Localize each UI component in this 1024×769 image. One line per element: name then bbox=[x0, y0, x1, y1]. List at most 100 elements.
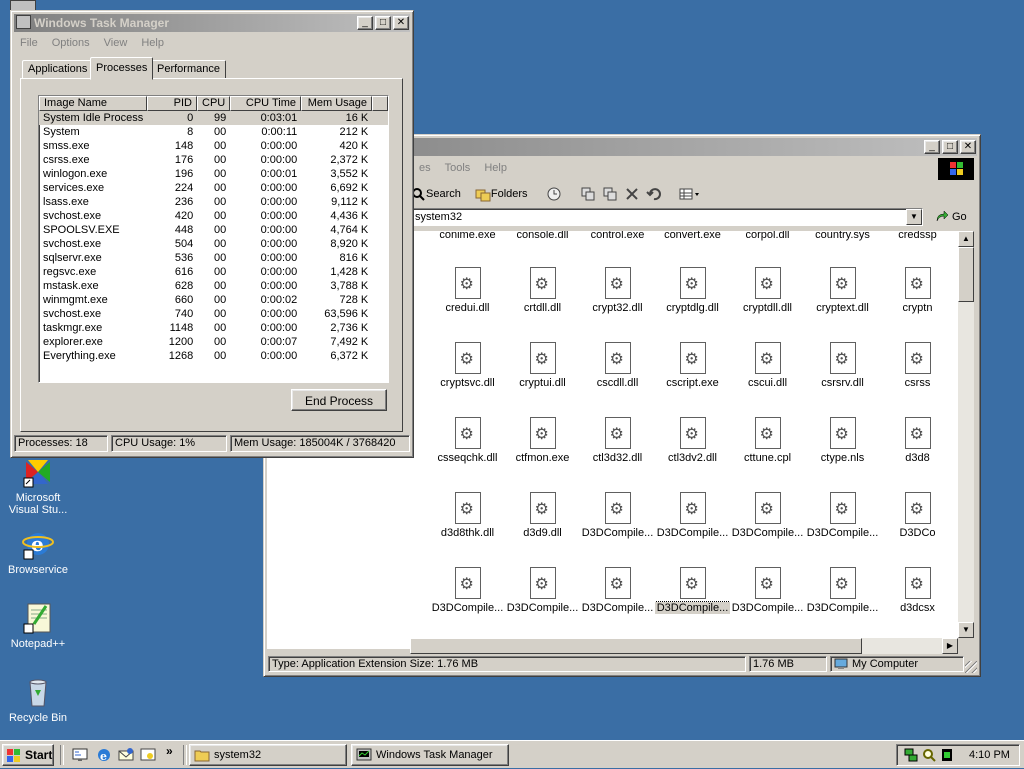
process-row[interactable]: regsvc.exe 616 00 0:00:00 1,428 K bbox=[39, 265, 388, 279]
file-item[interactable]: D3DCompile... bbox=[730, 567, 805, 614]
address-bar[interactable]: system32 ▼ bbox=[410, 208, 923, 226]
vertical-scrollbar[interactable]: ▲ ▼ bbox=[958, 231, 974, 638]
tab-applications[interactable]: Applications bbox=[22, 60, 94, 79]
search-tray-icon[interactable] bbox=[921, 747, 937, 763]
horizontal-scrollbar[interactable]: ▶ bbox=[410, 638, 958, 654]
file-item[interactable]: ctype.nls bbox=[805, 417, 880, 464]
maximize-button[interactable]: □ bbox=[942, 140, 958, 154]
process-row[interactable]: smss.exe 148 00 0:00:00 420 K bbox=[39, 139, 388, 153]
process-row[interactable]: taskmgr.exe 1148 00 0:00:00 2,736 K bbox=[39, 321, 388, 335]
desktop-icon-browservice[interactable]: e Browservice bbox=[0, 528, 76, 576]
process-row[interactable]: csrss.exe 176 00 0:00:00 2,372 K bbox=[39, 153, 388, 167]
quicklaunch-chevron-icon[interactable]: » bbox=[166, 744, 173, 758]
menu-item-help[interactable]: Help bbox=[478, 162, 515, 174]
file-item[interactable]: cscui.dll bbox=[730, 342, 805, 389]
process-row[interactable]: svchost.exe 740 00 0:00:00 63,596 K bbox=[39, 307, 388, 321]
menu-item-help[interactable]: Help bbox=[135, 37, 172, 49]
file-item-label[interactable]: country.sys bbox=[805, 231, 880, 241]
menu-item-options[interactable]: Options bbox=[46, 37, 98, 49]
process-row[interactable]: winlogon.exe 196 00 0:00:01 3,552 K bbox=[39, 167, 388, 181]
file-item[interactable]: crtdll.dll bbox=[505, 267, 580, 314]
process-row[interactable]: services.exe 224 00 0:00:00 6,692 K bbox=[39, 181, 388, 195]
views-icon[interactable] bbox=[678, 186, 702, 202]
desktop-icon-recycle-bin[interactable]: Recycle Bin bbox=[0, 676, 76, 724]
file-item[interactable]: csseqchk.dll bbox=[430, 417, 505, 464]
search-button[interactable]: Search bbox=[410, 186, 461, 202]
tab-processes[interactable]: Processes bbox=[90, 57, 154, 80]
move-to-icon[interactable] bbox=[580, 186, 596, 202]
file-item[interactable]: cryptn bbox=[880, 267, 955, 314]
desktop-icon-notepadpp[interactable]: Notepad++ bbox=[0, 602, 76, 650]
file-item[interactable]: D3DCompile... bbox=[655, 567, 730, 614]
file-item[interactable]: ctfmon.exe bbox=[505, 417, 580, 464]
close-button[interactable]: ✕ bbox=[393, 16, 409, 30]
scroll-thumb-horizontal[interactable] bbox=[410, 638, 862, 654]
file-item[interactable]: cttune.cpl bbox=[730, 417, 805, 464]
folders-button[interactable]: Folders bbox=[475, 186, 528, 202]
column-header-cpu-time[interactable]: CPU Time bbox=[230, 96, 301, 111]
file-item[interactable]: cryptdlg.dll bbox=[655, 267, 730, 314]
process-row[interactable]: SPOOLSV.EXE 448 00 0:00:00 4,764 K bbox=[39, 223, 388, 237]
process-list[interactable]: Image Name PID CPU CPU Time Mem Usage Sy… bbox=[38, 95, 389, 383]
task-manager-window[interactable]: Windows Task Manager _ □ ✕ File Options … bbox=[10, 10, 414, 458]
scroll-thumb[interactable] bbox=[958, 247, 974, 302]
process-row[interactable]: lsass.exe 236 00 0:00:00 9,112 K bbox=[39, 195, 388, 209]
file-item[interactable]: D3DCompile... bbox=[655, 492, 730, 539]
file-item[interactable]: cryptdll.dll bbox=[730, 267, 805, 314]
file-item[interactable]: cscript.exe bbox=[655, 342, 730, 389]
file-item[interactable]: d3d8 bbox=[880, 417, 955, 464]
scroll-right-button[interactable]: ▶ bbox=[942, 638, 958, 654]
file-item-label[interactable]: control.exe bbox=[580, 231, 655, 241]
history-icon[interactable] bbox=[546, 186, 562, 202]
process-row[interactable]: System Idle Process 0 99 0:03:01 16 K bbox=[39, 111, 388, 125]
file-item[interactable]: D3DCompile... bbox=[805, 567, 880, 614]
process-row[interactable]: explorer.exe 1200 00 0:00:07 7,492 K bbox=[39, 335, 388, 349]
file-item[interactable]: d3dcsx bbox=[880, 567, 955, 614]
file-item-label[interactable]: console.dll bbox=[505, 231, 580, 241]
column-header-cpu[interactable]: CPU bbox=[197, 96, 230, 111]
close-button[interactable]: ✕ bbox=[960, 140, 976, 154]
file-item[interactable]: cryptui.dll bbox=[505, 342, 580, 389]
file-item[interactable]: d3d8thk.dll bbox=[430, 492, 505, 539]
file-item[interactable]: D3DCompile... bbox=[430, 567, 505, 614]
scroll-down-button[interactable]: ▼ bbox=[958, 622, 974, 638]
resize-grip[interactable] bbox=[965, 661, 977, 673]
show-desktop-icon[interactable] bbox=[72, 747, 88, 763]
process-row[interactable]: winmgmt.exe 660 00 0:00:02 728 K bbox=[39, 293, 388, 307]
taskmgr-titlebar[interactable]: Windows Task Manager _ □ ✕ bbox=[14, 14, 410, 32]
delete-icon[interactable] bbox=[624, 186, 640, 202]
column-header-image-name[interactable]: Image Name bbox=[39, 96, 147, 111]
media-player-icon[interactable] bbox=[140, 747, 156, 763]
file-item[interactable]: cryptext.dll bbox=[805, 267, 880, 314]
file-item[interactable]: d3d9.dll bbox=[505, 492, 580, 539]
file-item-label[interactable]: credssp bbox=[880, 231, 955, 241]
file-item[interactable]: credui.dll bbox=[430, 267, 505, 314]
file-item[interactable]: cryptsvc.dll bbox=[430, 342, 505, 389]
file-item[interactable]: D3DCo bbox=[880, 492, 955, 539]
file-item[interactable]: D3DCompile... bbox=[505, 567, 580, 614]
address-dropdown-button[interactable]: ▼ bbox=[906, 209, 922, 225]
file-item[interactable]: D3DCompile... bbox=[580, 492, 655, 539]
copy-to-icon[interactable] bbox=[602, 186, 618, 202]
clock[interactable]: 4:10 PM bbox=[969, 749, 1010, 761]
outlook-express-icon[interactable] bbox=[118, 747, 134, 763]
file-item[interactable]: D3DCompile... bbox=[805, 492, 880, 539]
file-item[interactable]: ctl3dv2.dll bbox=[655, 417, 730, 464]
minimize-button[interactable]: _ bbox=[357, 16, 373, 30]
file-item[interactable]: crypt32.dll bbox=[580, 267, 655, 314]
end-process-button[interactable]: End Process bbox=[291, 389, 387, 411]
address-input[interactable]: system32 bbox=[415, 211, 462, 223]
file-item-label[interactable]: corpol.dll bbox=[730, 231, 805, 241]
go-button[interactable]: Go bbox=[934, 209, 967, 225]
process-row[interactable]: sqlservr.exe 536 00 0:00:00 816 K bbox=[39, 251, 388, 265]
start-button[interactable]: Start bbox=[2, 744, 54, 766]
menu-item-file[interactable]: File bbox=[14, 37, 46, 49]
tab-performance[interactable]: Performance bbox=[151, 60, 226, 79]
menu-item-favorites[interactable]: es bbox=[413, 162, 439, 174]
menu-item-view[interactable]: View bbox=[98, 37, 136, 49]
process-row[interactable]: Everything.exe 1268 00 0:00:00 6,372 K bbox=[39, 349, 388, 363]
process-row[interactable]: System 8 00 0:00:11 212 K bbox=[39, 125, 388, 139]
menu-item-tools[interactable]: Tools bbox=[439, 162, 479, 174]
process-row[interactable]: svchost.exe 504 00 0:00:00 8,920 K bbox=[39, 237, 388, 251]
file-item[interactable]: D3DCompile... bbox=[730, 492, 805, 539]
